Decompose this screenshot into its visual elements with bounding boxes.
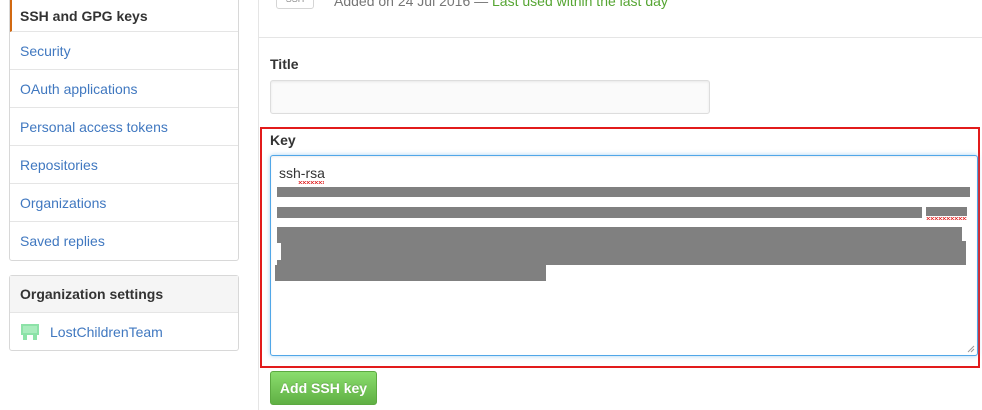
redacted-key-line — [926, 207, 967, 216]
organization-settings-heading: Organization settings — [10, 276, 238, 313]
org-avatar-icon — [20, 323, 40, 341]
org-item-label: LostChildrenTeam — [50, 324, 163, 340]
content-divider — [258, 0, 259, 410]
resize-grip-icon[interactable] — [967, 345, 975, 353]
redacted-key-line — [275, 265, 546, 281]
sidebar-item-organizations[interactable]: Organizations — [10, 184, 238, 222]
spellcheck-underline — [926, 217, 967, 220]
sidebar-item-oauth-applications[interactable]: OAuth applications — [10, 70, 238, 108]
key-label: Key — [270, 132, 296, 148]
redacted-key-line — [277, 207, 922, 218]
key-added-date: Added on 24 Jul 2016 — — [334, 0, 489, 9]
key-text: ssh-rsa — [279, 165, 325, 181]
sidebar-item-saved-replies[interactable]: Saved replies — [10, 222, 238, 260]
organization-settings-menu: Organization settings LostChildrenTeam — [9, 275, 239, 351]
key-textarea[interactable]: ssh-rsa — [270, 155, 978, 356]
section-divider — [259, 37, 982, 38]
existing-ssh-key: SSH Added on 24 Jul 2016 — Last used wit… — [276, 0, 668, 12]
ssh-badge: SSH — [276, 0, 314, 9]
title-input[interactable] — [270, 80, 710, 114]
sidebar-item-security[interactable]: Security — [10, 32, 238, 70]
spellcheck-underline — [298, 181, 324, 184]
org-item-lostchildrenteam[interactable]: LostChildrenTeam — [10, 313, 238, 351]
settings-menu: SSH and GPG keys Security OAuth applicat… — [9, 0, 239, 261]
redacted-key-line — [277, 187, 970, 197]
sidebar-item-repositories[interactable]: Repositories — [10, 146, 238, 184]
add-ssh-key-button[interactable]: Add SSH key — [270, 371, 377, 405]
sidebar-item-personal-access-tokens[interactable]: Personal access tokens — [10, 108, 238, 146]
sidebar-item-ssh-gpg-keys[interactable]: SSH and GPG keys — [10, 0, 238, 32]
title-label: Title — [270, 56, 299, 72]
key-last-used: Last used within the last day — [492, 0, 668, 9]
